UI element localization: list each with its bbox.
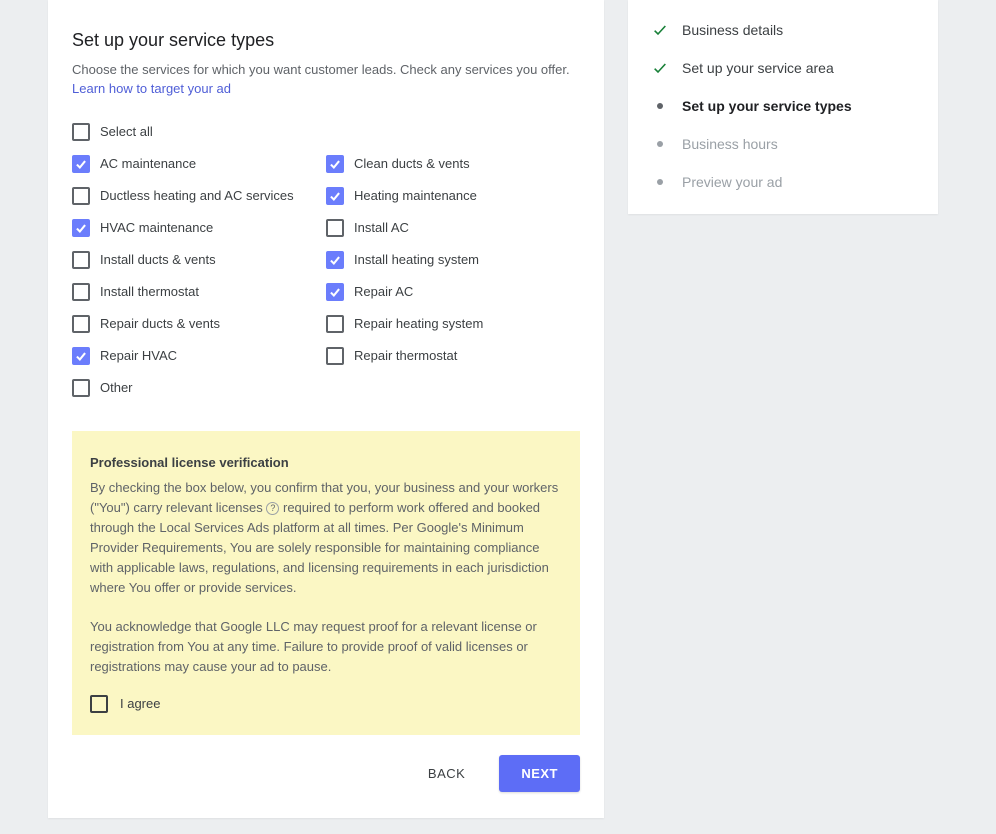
checkbox-icon [326,187,344,205]
checkbox-icon [326,251,344,269]
service-checkbox[interactable]: Install heating system [326,251,580,269]
page-subtitle: Choose the services for which you want c… [72,61,580,99]
checkbox-label: Repair HVAC [100,348,177,363]
service-checkbox[interactable]: Repair heating system [326,315,580,333]
service-checkbox[interactable]: Clean ducts & vents [326,155,580,173]
checkbox-icon [326,155,344,173]
checkbox-icon [326,315,344,333]
checkbox-label: Install thermostat [100,284,199,299]
checkbox-icon [72,283,90,301]
step-label: Business details [682,22,783,38]
step-item: Business details [652,22,914,38]
checkbox-icon [90,695,108,713]
checkbox-icon [326,347,344,365]
checkbox-label: Repair ducts & vents [100,316,220,331]
footer-buttons: BACK NEXT [422,755,580,792]
main-card: Set up your service types Choose the ser… [48,0,604,818]
checkbox-label: Repair heating system [354,316,483,331]
check-icon [652,22,668,38]
checkbox-icon [72,219,90,237]
step-label: Set up your service types [682,98,852,114]
checkbox-label: HVAC maintenance [100,220,213,235]
checkbox-icon [72,187,90,205]
service-checkbox[interactable]: Install thermostat [72,283,326,301]
back-button[interactable]: BACK [422,756,471,791]
agree-checkbox[interactable]: I agree [90,695,562,713]
verification-title: Professional license verification [90,455,562,470]
service-checkbox[interactable]: AC maintenance [72,155,326,173]
license-verification-box: Professional license verification By che… [72,431,580,735]
bullet-icon [652,98,668,114]
step-item: Preview your ad [652,174,914,190]
next-button[interactable]: NEXT [499,755,580,792]
service-checkbox[interactable]: Other [72,379,326,397]
select-all-label: Select all [100,124,153,139]
checkbox-icon [72,155,90,173]
checkbox-icon [326,219,344,237]
bullet-icon [652,136,668,152]
checkbox-label: Clean ducts & vents [354,156,470,171]
bullet-icon [652,174,668,190]
checkbox-label: Install AC [354,220,409,235]
page-title: Set up your service types [72,30,580,51]
agree-label: I agree [120,696,160,711]
checkbox-icon [72,251,90,269]
subtitle-text: Choose the services for which you want c… [72,62,570,77]
help-icon[interactable]: ? [266,502,279,515]
checkbox-icon [72,347,90,365]
checkbox-icon [72,123,90,141]
step-label: Preview your ad [682,174,782,190]
checkbox-icon [72,315,90,333]
service-checkbox[interactable]: Install AC [326,219,580,237]
select-all-checkbox[interactable]: Select all [72,123,580,141]
verification-paragraph-1: By checking the box below, you confirm t… [90,478,562,599]
checkbox-icon [326,283,344,301]
checkbox-label: Repair AC [354,284,413,299]
steps-sidebar: Business details Set up your service area… [628,0,938,214]
checkbox-label: Repair thermostat [354,348,457,363]
checkbox-label: Install ducts & vents [100,252,216,267]
service-checkbox[interactable]: Ductless heating and AC services [72,187,326,205]
verification-paragraph-2: You acknowledge that Google LLC may requ… [90,617,562,677]
checkbox-label: Ductless heating and AC services [100,188,294,203]
service-checkbox[interactable]: Repair ducts & vents [72,315,326,333]
service-checkbox[interactable]: Repair HVAC [72,347,326,365]
step-label: Business hours [682,136,778,152]
checkbox-label: Heating maintenance [354,188,477,203]
step-item: Set up your service types [652,98,914,114]
step-item: Business hours [652,136,914,152]
check-icon [652,60,668,76]
service-checkbox[interactable]: Install ducts & vents [72,251,326,269]
checkbox-label: Other [100,380,133,395]
step-label: Set up your service area [682,60,834,76]
service-checkbox[interactable]: HVAC maintenance [72,219,326,237]
step-item: Set up your service area [652,60,914,76]
checkbox-label: Install heating system [354,252,479,267]
service-checkbox[interactable]: Repair thermostat [326,347,580,365]
checkbox-label: AC maintenance [100,156,196,171]
service-checkbox[interactable]: Repair AC [326,283,580,301]
checkbox-icon [72,379,90,397]
learn-more-link[interactable]: Learn how to target your ad [72,81,231,96]
service-checkbox[interactable]: Heating maintenance [326,187,580,205]
